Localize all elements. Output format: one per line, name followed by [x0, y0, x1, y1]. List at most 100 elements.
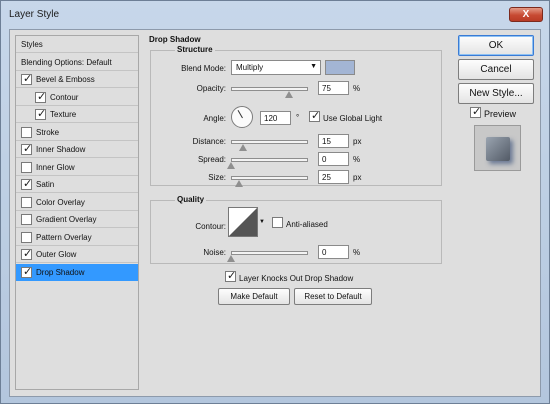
- distance-label: Distance:: [192, 137, 226, 146]
- distance-field[interactable]: 15: [318, 134, 349, 148]
- chevron-down-icon: ▼: [310, 63, 317, 70]
- layer-style-dialog: Layer Style X Styles Blending Options: D…: [0, 0, 550, 404]
- style-item-label: Color Overlay: [36, 198, 85, 207]
- anti-aliased-label: Anti-aliased: [286, 220, 328, 229]
- style-item-checkbox[interactable]: ✓: [35, 91, 47, 103]
- use-global-light-label: Use Global Light: [323, 114, 383, 123]
- style-item-checkbox[interactable]: ✓: [21, 178, 33, 190]
- style-item-color-overlay[interactable]: ✓ Color Overlay: [16, 194, 138, 211]
- style-item-checkbox[interactable]: ✓: [21, 197, 32, 208]
- anti-aliased-checkbox[interactable]: ✓: [272, 217, 283, 228]
- style-item-label: Inner Shadow: [36, 145, 86, 154]
- spread-slider-thumb[interactable]: [227, 162, 235, 169]
- contour-dropdown-icon[interactable]: ▼: [259, 219, 265, 225]
- styles-list: Styles Blending Options: Default ✓ Bevel &…: [15, 35, 139, 390]
- style-item-label: Drop Shadow: [36, 268, 85, 277]
- preview-swatch: [486, 137, 510, 161]
- checkmark-icon: ✓: [23, 248, 33, 260]
- spread-unit: %: [353, 155, 361, 164]
- make-default-button[interactable]: Make Default: [218, 288, 290, 305]
- style-item-label: Stroke: [36, 128, 60, 137]
- style-item-checkbox[interactable]: ✓: [21, 248, 33, 260]
- style-item-label: Inner Glow: [36, 163, 75, 172]
- noise-slider-thumb[interactable]: [227, 255, 235, 262]
- style-item-stroke[interactable]: ✓ Stroke: [16, 124, 138, 141]
- style-item-label: Gradient Overlay: [36, 215, 97, 224]
- style-item-checkbox[interactable]: ✓: [21, 162, 32, 173]
- style-item-texture[interactable]: ✓ Texture: [16, 106, 138, 123]
- size-field[interactable]: 25: [318, 170, 349, 184]
- blend-mode-label: Blend Mode:: [181, 64, 226, 73]
- contour-curve-icon: [229, 208, 257, 236]
- checkmark-icon: ✓: [37, 108, 47, 120]
- style-item-bevel-emboss[interactable]: ✓ Bevel & Emboss: [16, 71, 138, 88]
- spread-slider[interactable]: [231, 158, 308, 162]
- style-item-checkbox[interactable]: ✓: [21, 127, 32, 138]
- distance-unit: px: [353, 137, 362, 146]
- noise-unit: %: [353, 248, 361, 257]
- ok-button[interactable]: OK: [458, 35, 534, 56]
- shadow-color-swatch[interactable]: [325, 60, 355, 75]
- opacity-slider[interactable]: [231, 87, 308, 91]
- style-item-blending-options-default[interactable]: Blending Options: Default: [16, 54, 138, 71]
- checkmark-icon: ✓: [23, 143, 33, 155]
- opacity-field[interactable]: 75: [318, 81, 349, 95]
- angle-unit: °: [296, 113, 300, 122]
- checkmark-icon: ✓: [311, 110, 321, 122]
- styles-header[interactable]: Styles: [16, 36, 138, 53]
- drop-shadow-title: Drop Shadow: [147, 35, 203, 44]
- style-item-label: Blending Options: Default: [21, 58, 112, 67]
- quality-group: Quality Contour: ▼ ✓ Anti-aliased Noise:…: [150, 195, 442, 264]
- blend-mode-select[interactable]: Multiply ▼: [231, 60, 321, 75]
- checkmark-icon: ✓: [23, 73, 33, 85]
- blend-mode-value: Multiply: [236, 63, 264, 72]
- style-item-checkbox[interactable]: ✓: [21, 214, 32, 225]
- checkmark-icon: ✓: [23, 266, 33, 278]
- distance-slider-thumb[interactable]: [238, 144, 247, 151]
- style-item-checkbox[interactable]: ✓: [21, 266, 33, 278]
- preview-label: Preview: [484, 109, 517, 119]
- preview-checkbox[interactable]: ✓: [470, 106, 482, 118]
- opacity-slider-thumb[interactable]: [284, 91, 293, 98]
- style-item-checkbox[interactable]: ✓: [21, 232, 32, 243]
- style-item-label: Bevel & Emboss: [36, 75, 95, 84]
- checkmark-icon: ✓: [23, 178, 33, 190]
- style-item-drop-shadow[interactable]: ✓ Drop Shadow: [16, 264, 138, 281]
- style-item-outer-glow[interactable]: ✓ Outer Glow: [16, 246, 138, 263]
- style-item-inner-shadow[interactable]: ✓ Inner Shadow: [16, 141, 138, 158]
- angle-dial[interactable]: [231, 106, 253, 128]
- style-item-gradient-overlay[interactable]: ✓ Gradient Overlay: [16, 211, 138, 228]
- style-item-label: Outer Glow: [36, 250, 77, 259]
- checkmark-icon: ✓: [227, 270, 237, 282]
- structure-group: Structure Blend Mode: Multiply ▼ Opacity…: [150, 45, 442, 187]
- quality-title: Quality: [175, 195, 207, 204]
- style-item-inner-glow[interactable]: ✓ Inner Glow: [16, 159, 138, 176]
- window-title: Layer Style: [9, 9, 60, 20]
- style-item-checkbox[interactable]: ✓: [21, 143, 33, 155]
- size-slider-thumb[interactable]: [234, 180, 243, 187]
- title-bar[interactable]: Layer Style X: [1, 1, 549, 28]
- noise-field[interactable]: 0: [318, 245, 349, 259]
- knockout-checkbox[interactable]: ✓: [225, 270, 237, 282]
- reset-to-default-button[interactable]: Reset to Default: [294, 288, 372, 305]
- style-item-contour[interactable]: ✓ Contour: [16, 89, 138, 106]
- angle-field[interactable]: 120: [260, 111, 291, 125]
- style-item-pattern-overlay[interactable]: ✓ Pattern Overlay: [16, 229, 138, 246]
- cancel-button[interactable]: Cancel: [458, 59, 534, 80]
- use-global-light-checkbox[interactable]: ✓: [309, 110, 321, 122]
- style-item-checkbox[interactable]: ✓: [21, 73, 33, 85]
- new-style-button[interactable]: New Style...: [458, 83, 534, 104]
- checkmark-icon: ✓: [472, 106, 482, 118]
- style-item-checkbox[interactable]: ✓: [35, 108, 47, 120]
- knockout-label: Layer Knocks Out Drop Shadow: [239, 274, 354, 283]
- dialog-body: Styles Blending Options: Default ✓ Bevel &…: [9, 29, 541, 397]
- style-item-satin[interactable]: ✓ Satin: [16, 176, 138, 193]
- size-unit: px: [353, 173, 362, 182]
- checkmark-icon: ✓: [37, 91, 47, 103]
- spread-field[interactable]: 0: [318, 152, 349, 166]
- contour-label: Contour:: [195, 222, 226, 231]
- close-button[interactable]: X: [509, 7, 543, 22]
- contour-picker[interactable]: [228, 207, 258, 237]
- noise-slider[interactable]: [231, 251, 308, 255]
- style-preview-thumbnail: [474, 125, 521, 171]
